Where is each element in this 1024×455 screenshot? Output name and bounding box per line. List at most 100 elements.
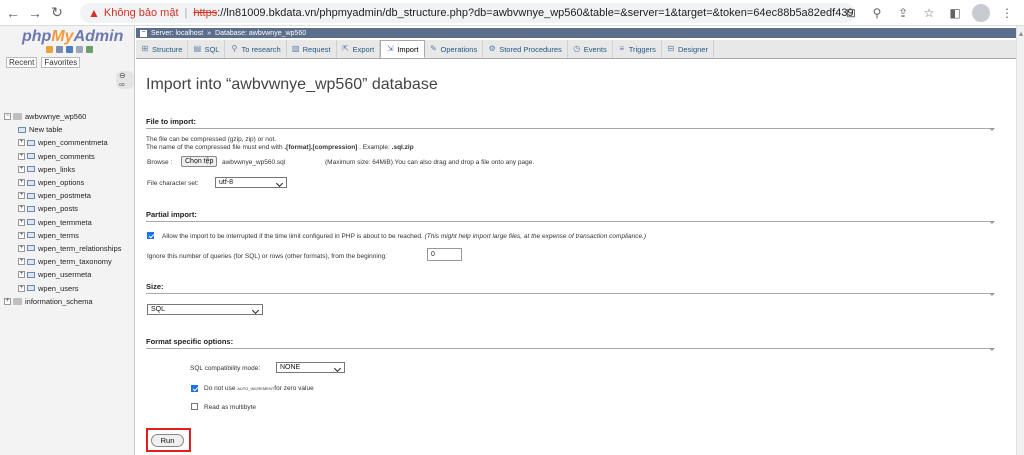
tree-table-item[interactable]: + wpen_termmeta — [2, 216, 134, 229]
tree-table-item[interactable]: + wpen_terms — [2, 229, 134, 242]
share-icon[interactable]: ⇪ — [894, 4, 912, 22]
tab-designer[interactable]: ⊟ Designer — [662, 40, 714, 58]
reload-icon[interactable]: ↻ — [48, 4, 66, 22]
docs-icon[interactable] — [76, 46, 83, 53]
tab-stored-procedures[interactable]: ⚙ Stored Procedures — [483, 40, 568, 58]
charset-select[interactable]: utf-8 — [215, 177, 287, 188]
tab-operations[interactable]: ✎ Operations — [425, 40, 484, 58]
expand-icon[interactable]: + — [18, 192, 25, 200]
translate-icon[interactable]: ⊡ — [842, 4, 860, 22]
address-bar[interactable]: ▲ Không bảo mật | https ://ln81009.bkdat… — [80, 3, 855, 23]
skip-queries-input[interactable]: 0 — [427, 248, 462, 261]
scroll-up-arrow-icon[interactable]: ▴ — [1019, 29, 1023, 38]
tab-import[interactable]: ⇲ Import — [380, 40, 425, 58]
phpmyadmin-logo[interactable]: phpMyAdmin — [0, 26, 134, 46]
format-options-heading: Format specific options: — [146, 337, 995, 351]
help-icon[interactable] — [66, 46, 73, 53]
tab-to-research[interactable]: ⚲ To research — [225, 40, 287, 58]
tree-database-item[interactable]: − awbvwnye_wp560 — [2, 110, 134, 123]
tab-label: Stored Procedures — [499, 44, 562, 54]
triggers-icon: ≡ — [619, 44, 625, 53]
breadcrumb-server[interactable]: Server: localhost — [151, 30, 203, 37]
zoom-icon[interactable]: ⚲ — [868, 4, 886, 22]
page-scrollbar[interactable] — [1016, 26, 1024, 455]
events-icon: ◷ — [573, 44, 581, 53]
tree-table-item[interactable]: + wpen_options — [2, 176, 134, 189]
table-icon — [27, 219, 35, 226]
designer-icon: ⊟ — [667, 44, 675, 53]
tab-sql[interactable]: ▤ SQL — [188, 40, 226, 58]
back-icon[interactable]: ← — [4, 4, 22, 22]
no-auto-increment-checkbox[interactable] — [191, 385, 198, 392]
expand-icon[interactable]: + — [18, 284, 25, 292]
menu-kebab-icon[interactable]: ⋮ — [998, 4, 1016, 22]
tree-database-item[interactable]: + information_schema — [2, 295, 134, 308]
home-icon[interactable] — [46, 46, 53, 53]
tree-item-label: wpen_term_taxonomy — [38, 257, 112, 267]
multibyte-checkbox[interactable] — [191, 403, 198, 410]
file-to-import-heading: File to import: — [146, 117, 995, 131]
profile-avatar[interactable] — [972, 4, 990, 22]
tree-item-label: wpen_options — [38, 178, 85, 188]
tab-structure[interactable]: ⊞ Structure — [136, 40, 189, 58]
tree-table-item[interactable]: + wpen_links — [2, 163, 134, 176]
tab-label: Designer — [677, 44, 708, 54]
collapse-icon[interactable]: − — [140, 29, 147, 37]
tab-label: To research — [241, 44, 281, 54]
format-select[interactable]: SQL — [147, 304, 263, 315]
collapse-all-icon[interactable]: ⊖ ∞ — [116, 71, 134, 89]
expand-icon[interactable]: + — [18, 152, 25, 160]
expand-icon[interactable]: + — [18, 165, 25, 173]
tab-request[interactable]: ▧ Request — [287, 40, 337, 58]
expand-icon[interactable]: + — [18, 218, 25, 226]
tab-events[interactable]: ◷ Events — [568, 40, 613, 58]
table-icon — [27, 245, 35, 252]
expand-icon[interactable]: + — [18, 205, 25, 213]
tree-table-item[interactable]: + wpen_term_relationships — [2, 242, 134, 255]
collapse-icon[interactable]: − — [4, 113, 11, 121]
favorites-tab[interactable]: Favorites — [41, 57, 81, 68]
bookmark-star-icon[interactable]: ☆ — [920, 4, 938, 22]
browser-toolbar: ← → ↻ ▲ Không bảo mật | https ://ln81009… — [0, 0, 1024, 26]
tree-table-item[interactable]: + wpen_users — [2, 281, 134, 294]
compat-mode-select[interactable]: NONE — [276, 362, 345, 373]
browse-label: Browse : — [147, 159, 173, 166]
tree-new-table-item[interactable]: New table — [2, 123, 134, 136]
table-icon — [27, 166, 35, 173]
tree-table-item[interactable]: + wpen_comments — [2, 150, 134, 163]
run-button[interactable]: Run — [151, 434, 184, 447]
breadcrumb: − Server: localhost » Database: awbvwnye… — [136, 28, 1016, 38]
forward-icon[interactable]: → — [26, 4, 44, 22]
expand-icon[interactable]: + — [18, 231, 25, 239]
choose-file-button[interactable]: Chọn tệp — [181, 156, 218, 167]
tab-export[interactable]: ⇱ Export — [337, 40, 381, 58]
security-warning[interactable]: Không bảo mật — [104, 7, 179, 19]
tree-item-label: awbvwnye_wp560 — [25, 112, 87, 122]
tab-label: Events — [583, 44, 607, 54]
tree-table-item[interactable]: + wpen_usermeta — [2, 268, 134, 281]
expand-icon[interactable]: + — [18, 179, 25, 187]
operations-icon: ✎ — [430, 44, 437, 53]
tree-item-label: New table — [29, 125, 63, 135]
tree-table-item[interactable]: + wpen_postmeta — [2, 189, 134, 202]
logout-icon[interactable] — [56, 46, 63, 53]
expand-icon[interactable]: + — [18, 244, 25, 252]
tree-table-item[interactable]: + wpen_posts — [2, 202, 134, 215]
tab-label: Request — [302, 44, 331, 54]
tree-table-item[interactable]: + wpen_term_taxonomy — [2, 255, 134, 268]
expand-icon[interactable]: + — [18, 139, 25, 147]
tree-item-label: wpen_links — [38, 164, 76, 174]
expand-icon[interactable]: + — [18, 271, 25, 279]
tree-table-item[interactable]: + wpen_commentmeta — [2, 136, 134, 149]
recent-tab[interactable]: Recent — [6, 57, 38, 68]
url-text: ://ln81009.bkdata.vn/phpmyadmin/db_struc… — [217, 7, 855, 19]
breadcrumb-database[interactable]: Database: awbvwnye_wp560 — [215, 30, 306, 37]
allow-interrupt-checkbox[interactable] — [147, 232, 154, 239]
tab-triggers[interactable]: ≡ Triggers — [613, 40, 662, 58]
tree-item-label: wpen_usermeta — [38, 270, 92, 280]
settings-icon[interactable] — [86, 46, 93, 53]
side-panel-icon[interactable]: ◧ — [946, 4, 964, 22]
expand-icon[interactable]: + — [4, 297, 11, 305]
expand-icon[interactable]: + — [18, 258, 25, 266]
routines-icon: ⚙ — [488, 44, 496, 53]
